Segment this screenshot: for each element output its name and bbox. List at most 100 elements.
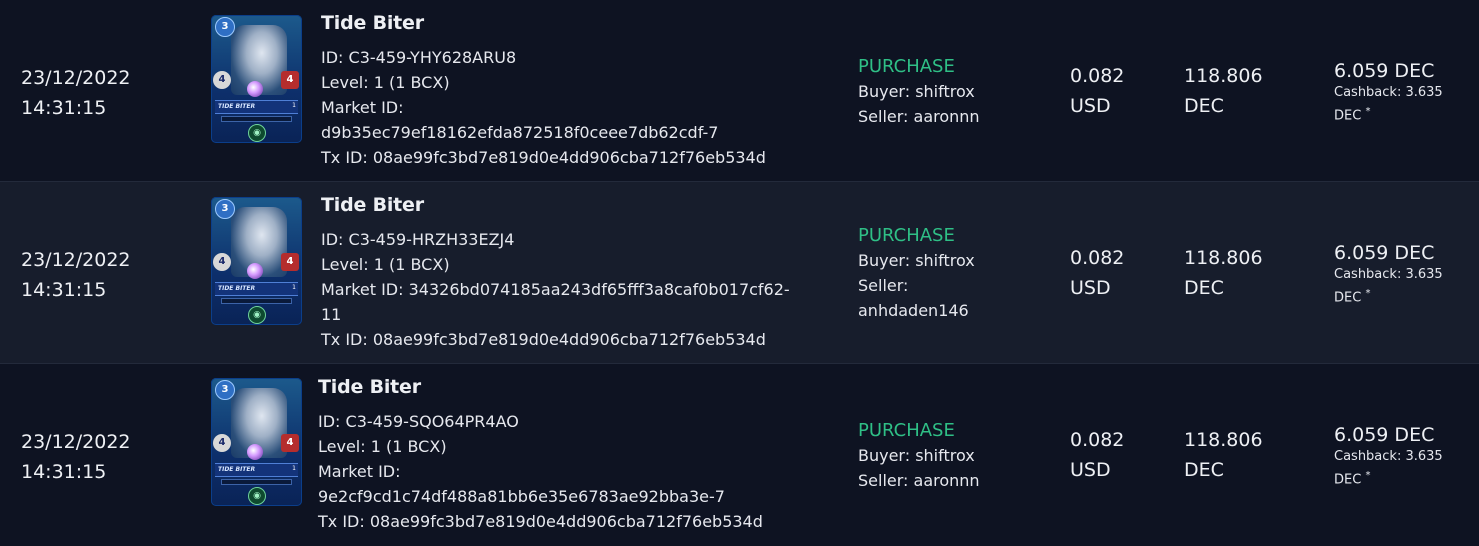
market-id-value: d9b35ec79ef18162efda872518f0ceee7db62cdf… xyxy=(321,123,719,142)
transaction-type-cell: PURCHASE Buyer: shiftrox Seller: anhdade… xyxy=(858,223,975,323)
card-level: 1 xyxy=(292,102,296,109)
dec-value: 118.806 xyxy=(1184,429,1263,451)
seller: Seller: aaronnn xyxy=(858,471,980,490)
cashback-asterisk: * xyxy=(1365,106,1371,117)
card-xp-bar xyxy=(221,479,292,485)
card-info: Tide Biter ID: C3-459-HRZH33EZJ4 Level: … xyxy=(321,194,790,352)
attack-icon: 4 xyxy=(281,434,299,452)
card-info: Tide Biter ID: C3-459-YHY628ARU8 Level: … xyxy=(321,12,766,170)
card-orb xyxy=(247,444,263,460)
dec-unit: DEC xyxy=(1184,459,1224,481)
card-image[interactable]: 3 4 4 TIDE BITER 1 ◉ xyxy=(211,197,302,325)
mana-icon: 3 xyxy=(215,17,235,37)
mana-icon: 3 xyxy=(215,199,235,219)
card-nameplate: TIDE BITER xyxy=(215,282,298,296)
usd-unit: USD xyxy=(1070,459,1111,481)
speed-icon: 4 xyxy=(213,434,231,452)
fee-cell: 6.059 DEC Cashback: 3.635 DEC * xyxy=(1334,59,1462,125)
buyer: Buyer: shiftrox xyxy=(858,446,975,465)
table-row: 23/12/2022 14:31:15 3 4 4 TIDE BITER 1 ◉… xyxy=(0,182,1479,364)
card-xp-bar xyxy=(221,116,292,122)
card-details: ID: C3-459-YHY628ARU8 Level: 1 (1 BCX) M… xyxy=(321,45,766,170)
card-orb xyxy=(247,263,263,279)
fee-cell: 6.059 DEC Cashback: 3.635 DEC * xyxy=(1334,423,1462,489)
card-id: ID: C3-459-HRZH33EZJ4 xyxy=(321,230,515,249)
seller-name: anhdaden146 xyxy=(858,301,969,320)
cashback: Cashback: 3.635 DEC * xyxy=(1334,447,1462,489)
cashback-text: Cashback: 3.635 DEC xyxy=(1334,85,1443,124)
card-level-text: Level: 1 (1 BCX) xyxy=(318,437,447,456)
buyer: Buyer: shiftrox xyxy=(858,251,975,270)
dec-unit: DEC xyxy=(1184,277,1224,299)
transaction-type: PURCHASE xyxy=(858,225,955,246)
attack-icon: 4 xyxy=(281,253,299,271)
tx-id: Tx ID: 08ae99fc3bd7e819d0e4dd906cba712f7… xyxy=(321,148,766,167)
card-name[interactable]: Tide Biter xyxy=(321,194,790,216)
dec-price-cell: 118.806 DEC xyxy=(1184,425,1263,485)
speed-icon: 4 xyxy=(213,71,231,89)
usd-value: 0.082 xyxy=(1070,247,1125,269)
card-image[interactable]: 3 4 4 TIDE BITER 1 ◉ xyxy=(211,15,302,143)
transaction-type: PURCHASE xyxy=(858,420,955,441)
time-text: 14:31:15 xyxy=(21,461,107,483)
market-id-label: Market ID: 34326bd074185aa243df65fff3a8c… xyxy=(321,280,790,299)
card-details: ID: C3-459-SQO64PR4AO Level: 1 (1 BCX) M… xyxy=(318,409,763,534)
attack-icon: 4 xyxy=(281,71,299,89)
dec-price-cell: 118.806 DEC xyxy=(1184,61,1263,121)
card-image[interactable]: 3 4 4 TIDE BITER 1 ◉ xyxy=(211,378,302,506)
market-id-value: 9e2cf9cd1c74df488a81bb6e35e6783ae92bba3e… xyxy=(318,487,725,506)
transaction-type-cell: PURCHASE Buyer: shiftrox Seller: aaronnn xyxy=(858,418,980,493)
cashback-asterisk: * xyxy=(1365,470,1371,481)
transaction-history-table: 23/12/2022 14:31:15 3 4 4 TIDE BITER 1 ◉… xyxy=(0,0,1479,546)
usd-price-cell: 0.082 USD xyxy=(1070,425,1124,485)
usd-value: 0.082 xyxy=(1070,429,1125,451)
fee-amount: 6.059 DEC xyxy=(1334,424,1435,446)
date-text: 23/12/2022 xyxy=(21,249,131,271)
cashback-asterisk: * xyxy=(1365,288,1371,299)
card-name[interactable]: Tide Biter xyxy=(321,12,766,34)
water-element-icon: ◉ xyxy=(248,124,266,142)
usd-unit: USD xyxy=(1070,277,1111,299)
fee-amount: 6.059 DEC xyxy=(1334,60,1435,82)
card-nameplate: TIDE BITER xyxy=(215,463,298,477)
date-text: 23/12/2022 xyxy=(21,67,131,89)
seller: Seller: xyxy=(858,276,909,295)
card-orb xyxy=(247,81,263,97)
card-xp-bar xyxy=(221,298,292,304)
water-element-icon: ◉ xyxy=(248,306,266,324)
dec-value: 118.806 xyxy=(1184,65,1263,87)
usd-price-cell: 0.082 USD xyxy=(1070,243,1124,303)
date-text: 23/12/2022 xyxy=(21,431,131,453)
cashback-text: Cashback: 3.635 DEC xyxy=(1334,267,1443,306)
market-id-value: 11 xyxy=(321,305,342,324)
buyer: Buyer: shiftrox xyxy=(858,82,975,101)
usd-unit: USD xyxy=(1070,95,1111,117)
transaction-type: PURCHASE xyxy=(858,56,955,77)
card-info: Tide Biter ID: C3-459-SQO64PR4AO Level: … xyxy=(318,376,763,534)
speed-icon: 4 xyxy=(213,253,231,271)
fee-amount: 6.059 DEC xyxy=(1334,242,1435,264)
date-cell: 23/12/2022 14:31:15 xyxy=(21,427,131,487)
transaction-type-cell: PURCHASE Buyer: shiftrox Seller: aaronnn xyxy=(858,54,980,129)
tx-id: Tx ID: 08ae99fc3bd7e819d0e4dd906cba712f7… xyxy=(318,512,763,531)
card-id: ID: C3-459-YHY628ARU8 xyxy=(321,48,517,67)
market-id-label: Market ID: xyxy=(318,462,401,481)
market-id-label: Market ID: xyxy=(321,98,404,117)
table-row: 23/12/2022 14:31:15 3 4 4 TIDE BITER 1 ◉… xyxy=(0,0,1479,182)
dec-unit: DEC xyxy=(1184,95,1224,117)
dec-price-cell: 118.806 DEC xyxy=(1184,243,1263,303)
card-level-text: Level: 1 (1 BCX) xyxy=(321,73,450,92)
card-level: 1 xyxy=(292,465,296,472)
usd-price-cell: 0.082 USD xyxy=(1070,61,1124,121)
card-name[interactable]: Tide Biter xyxy=(318,376,763,398)
usd-value: 0.082 xyxy=(1070,65,1125,87)
tx-id: Tx ID: 08ae99fc3bd7e819d0e4dd906cba712f7… xyxy=(321,330,766,349)
card-nameplate: TIDE BITER xyxy=(215,100,298,114)
card-level: 1 xyxy=(292,284,296,291)
table-row: 23/12/2022 14:31:15 3 4 4 TIDE BITER 1 ◉… xyxy=(0,364,1479,546)
date-cell: 23/12/2022 14:31:15 xyxy=(21,63,131,123)
cashback-text: Cashback: 3.635 DEC xyxy=(1334,449,1443,488)
date-cell: 23/12/2022 14:31:15 xyxy=(21,245,131,305)
cashback: Cashback: 3.635 DEC * xyxy=(1334,83,1462,125)
dec-value: 118.806 xyxy=(1184,247,1263,269)
